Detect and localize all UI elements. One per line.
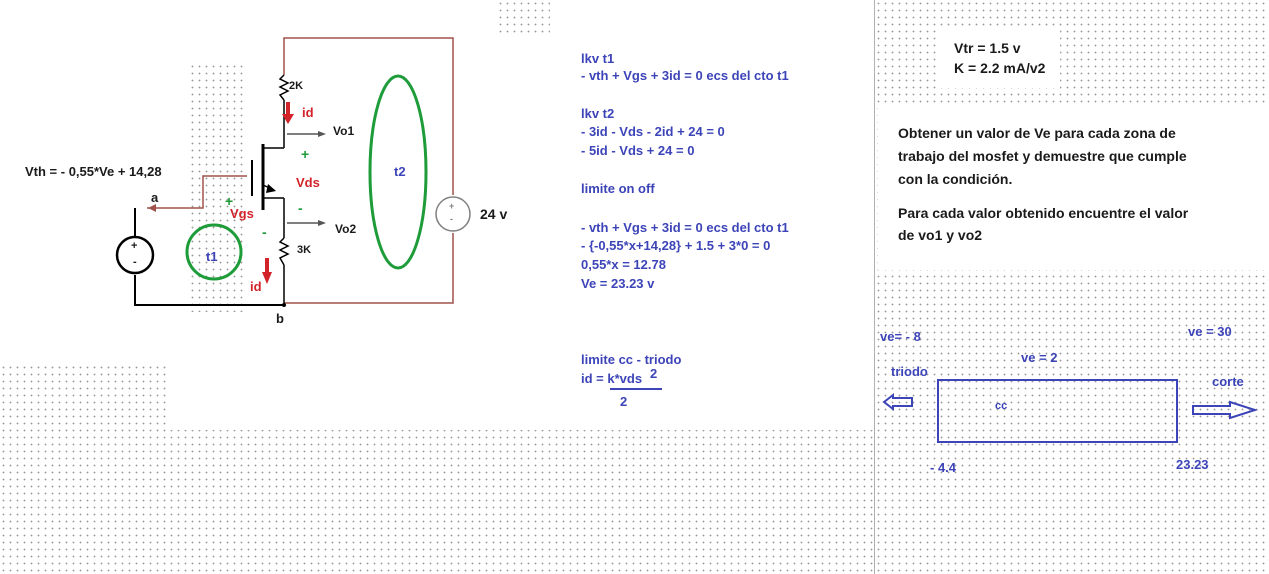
bound-low-label: - 4.4 [930,460,957,475]
corte-arrow-icon [1192,400,1259,420]
triodo-label: triodo [891,364,928,379]
ve-2-label: ve = 2 [1021,350,1058,365]
cc-zone-label: cc [995,400,1008,412]
corte-label: corte [1212,374,1244,389]
bound-high-label: 23.23 [1176,457,1209,472]
ve-30-label: ve = 30 [1188,324,1232,339]
zone-diagram [882,379,1259,443]
triodo-arrow-icon [882,392,913,412]
cc-zone-box [937,379,1178,443]
ve-neg8-label: ve= - 8 [880,329,921,344]
